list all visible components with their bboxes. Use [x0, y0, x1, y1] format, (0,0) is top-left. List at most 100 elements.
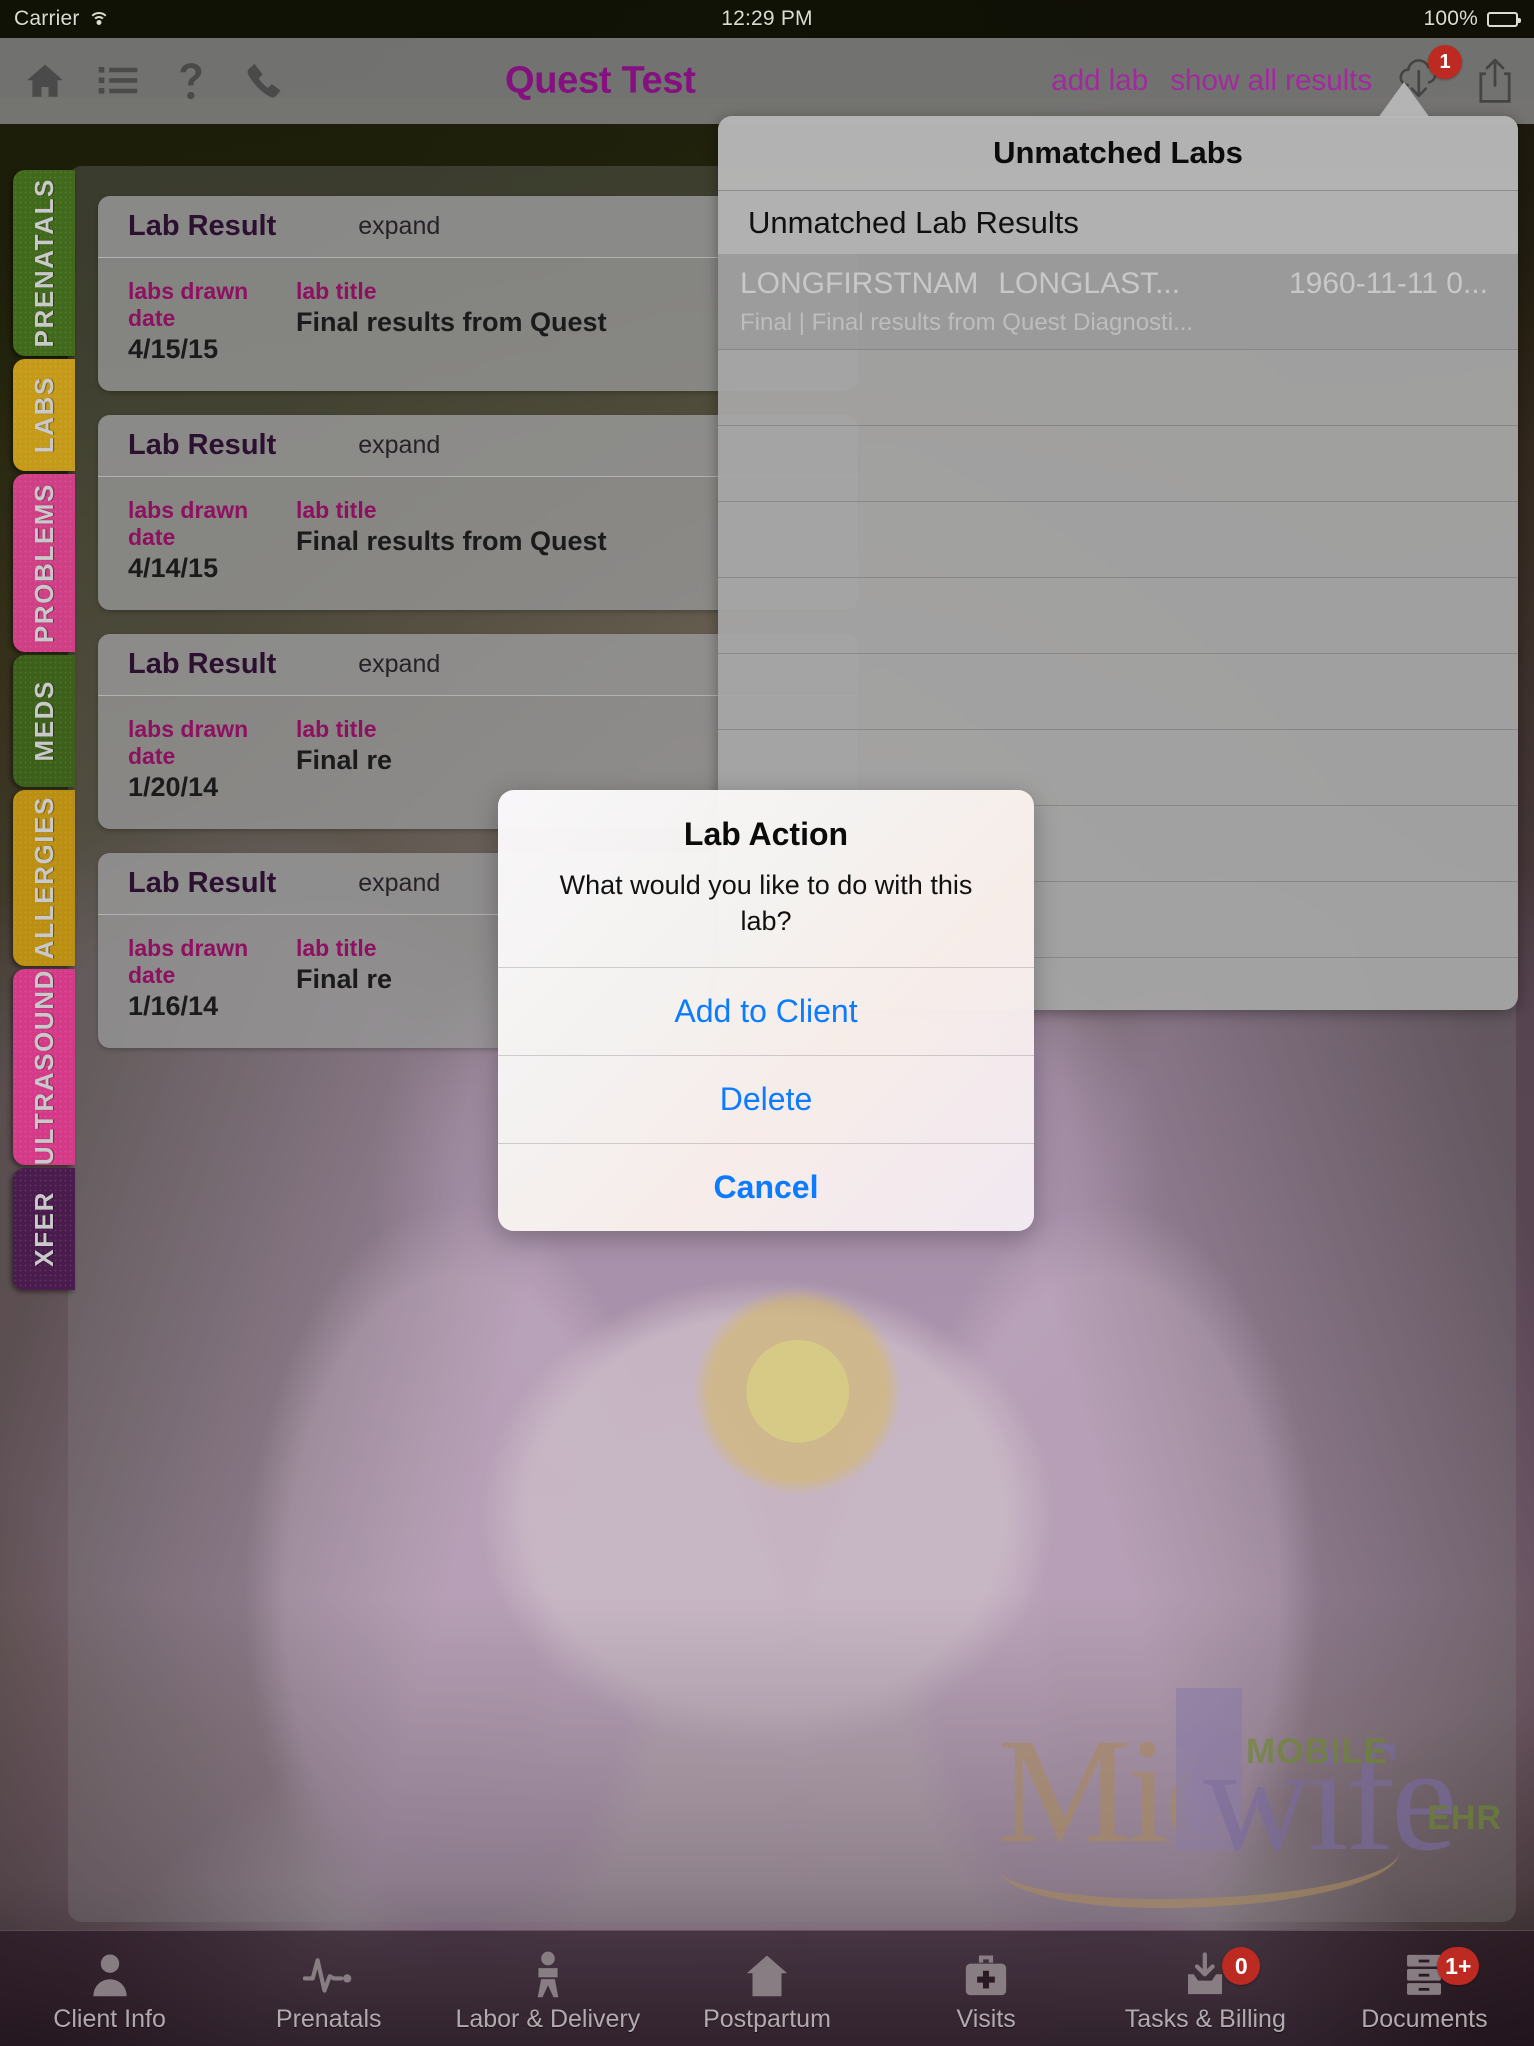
side-tab-label: Meds: [28, 680, 59, 762]
expand-button[interactable]: expand: [358, 431, 440, 460]
alert-message: What would you like to do with this lab?: [559, 870, 973, 937]
side-tab-label: Ultrasound: [28, 968, 59, 1166]
list-icon[interactable]: [95, 58, 141, 104]
phone-icon[interactable]: [241, 58, 287, 104]
labs-drawn-date-value: 1/20/14: [128, 772, 219, 802]
lab-action-alert: Lab Action What would you like to do wit…: [498, 790, 1034, 1232]
tab-label: Client Info: [53, 2005, 166, 2033]
cloud-badge: 1: [1428, 45, 1462, 79]
side-tab-strip: Prenatals Labs Problems Meds Allergies Ultras…: [13, 170, 75, 1290]
tab-item-documents[interactable]: 1+ Documents: [1315, 1931, 1534, 2046]
labs-drawn-date-field: labs drawn date 4/15/15: [128, 278, 296, 365]
side-tab-meds[interactable]: Meds: [13, 655, 75, 787]
tab-item-tasks-billing[interactable]: 0 Tasks & Billing: [1096, 1931, 1315, 2046]
share-icon[interactable]: [1472, 58, 1518, 104]
expand-button[interactable]: expand: [358, 212, 440, 241]
tab-label: Visits: [956, 2005, 1016, 2033]
app-screen: Carrier 12:29 PM 100% Quest Test add lab…: [0, 0, 1534, 2046]
lab-title-label: lab title: [296, 716, 377, 742]
unmatched-lab-subtitle: Final | Final results from Quest Diagnos…: [740, 308, 1194, 336]
lab-title-field: lab title Final re: [296, 935, 392, 1022]
lab-card-title: Lab Result: [128, 867, 277, 899]
side-tab-problems[interactable]: Problems: [13, 474, 75, 652]
lab-title-value: Final results from Quest: [296, 526, 607, 556]
tab-item-prenatals[interactable]: Prenatals: [219, 1931, 438, 2046]
tab-item-visits[interactable]: Visits: [877, 1931, 1096, 2046]
baby-icon: [527, 1949, 569, 2001]
expand-button[interactable]: expand: [358, 869, 440, 898]
side-tab-allergies[interactable]: Allergies: [13, 790, 75, 966]
page-title: Quest Test: [505, 59, 696, 102]
unmatched-lab-row-empty[interactable]: [718, 426, 1518, 502]
tab-badge: 0: [1222, 1947, 1261, 1985]
add-lab-button[interactable]: add lab: [1051, 64, 1148, 98]
lab-title-label: lab title: [296, 497, 377, 523]
lab-title-value: Final re: [296, 964, 393, 994]
popover-title: Unmatched Labs: [993, 135, 1243, 170]
show-all-results-button[interactable]: show all results: [1170, 64, 1372, 98]
tab-label: Documents: [1361, 2005, 1488, 2033]
expand-button[interactable]: expand: [358, 650, 440, 679]
help-icon[interactable]: [168, 58, 214, 104]
lab-title-label: lab title: [296, 935, 377, 961]
popover-section-header-label: Unmatched Lab Results: [748, 204, 1079, 240]
status-bar: Carrier 12:29 PM 100%: [0, 0, 1534, 38]
unmatched-lab-last-name: LONGLAST...: [998, 266, 1181, 300]
unmatched-lab-row[interactable]: LONGFIRSTNAM LONGLAST... 1960-11-11 0... Fi…: [718, 254, 1518, 350]
labs-drawn-date-value: 4/15/15: [128, 334, 219, 364]
alert-title: Lab Action: [683, 816, 849, 852]
labs-drawn-date-field: labs drawn date 4/14/15: [128, 497, 296, 584]
labs-drawn-date-label: labs drawn date: [128, 716, 249, 769]
lab-title-label: lab title: [296, 278, 377, 304]
side-tab-labs[interactable]: Labs: [13, 359, 75, 471]
house-icon: [743, 1949, 791, 2001]
labs-drawn-date-value: 1/16/14: [128, 991, 219, 1021]
labs-drawn-date-label: labs drawn date: [128, 497, 249, 550]
labs-drawn-date-field: labs drawn date 1/16/14: [128, 935, 296, 1022]
popover-arrow: [1378, 82, 1430, 118]
unmatched-lab-row-empty[interactable]: [718, 654, 1518, 730]
nav-bar-actions: add lab show all results 1: [1051, 45, 1518, 107]
labs-drawn-date-label: labs drawn date: [128, 278, 249, 331]
side-tab-label: Problems: [28, 482, 59, 644]
side-tab-prenatals[interactable]: Prenatals: [13, 170, 75, 356]
alert-button-add-to-client[interactable]: Add to Client: [498, 967, 1034, 1055]
popover-section-header: Unmatched Lab Results: [718, 190, 1518, 254]
medkit-icon: [963, 1949, 1009, 2001]
popover-title-bar: Unmatched Labs: [718, 116, 1518, 190]
alert-button-cancel[interactable]: Cancel: [498, 1143, 1034, 1231]
lab-title-field: lab title Final results from Quest: [296, 497, 607, 584]
tab-label: Tasks & Billing: [1124, 2005, 1286, 2033]
alert-buttons: Add to Client Delete Cancel: [498, 967, 1034, 1231]
home-icon[interactable]: [22, 58, 68, 104]
tab-item-postpartum[interactable]: Postpartum: [657, 1931, 876, 2046]
labs-drawn-date-value: 4/14/15: [128, 553, 219, 583]
unmatched-lab-dob: 1960-11-11 0...: [1288, 266, 1488, 300]
tab-item-labor-delivery[interactable]: Labor & Delivery: [438, 1931, 657, 2046]
side-tab-xfer[interactable]: Xfer: [13, 1168, 75, 1290]
unmatched-lab-row-empty[interactable]: [718, 350, 1518, 426]
bottom-tab-bar: Client Info Prenatals Labor & Delivery Post…: [0, 1930, 1534, 2046]
heartbeat-icon: [302, 1949, 355, 2001]
alert-header: Lab Action What would you like to do wit…: [498, 790, 1034, 967]
tab-label: Postpartum: [703, 2005, 831, 2033]
unmatched-lab-first-name: LONGFIRSTNAM: [740, 266, 979, 300]
side-tab-label: Xfer: [28, 1191, 59, 1267]
unmatched-lab-row-empty[interactable]: [718, 578, 1518, 654]
battery-icon: [1487, 11, 1521, 27]
alert-button-delete[interactable]: Delete: [498, 1055, 1034, 1143]
tab-item-client-info[interactable]: Client Info: [0, 1931, 219, 2046]
lab-title-value: Final re: [296, 745, 393, 775]
labs-drawn-date-label: labs drawn date: [128, 935, 249, 988]
unmatched-lab-row-empty[interactable]: [718, 502, 1518, 578]
lab-title-field: lab title Final re: [296, 716, 392, 803]
side-tab-label: Labs: [28, 376, 59, 454]
side-tab-ultrasound[interactable]: Ultrasound: [13, 969, 75, 1165]
lab-card-title: Lab Result: [128, 429, 277, 461]
tab-badge: 1+: [1437, 1947, 1480, 1985]
nav-bar: Quest Test add lab show all results 1: [0, 38, 1534, 124]
inbox-icon: 0: [1182, 1947, 1261, 2001]
lab-card-title: Lab Result: [128, 648, 277, 680]
lab-title-value: Final results from Quest: [296, 307, 607, 337]
unmatched-lab-row-top: LONGFIRSTNAM LONGLAST... 1960-11-11 0...: [740, 267, 1496, 301]
